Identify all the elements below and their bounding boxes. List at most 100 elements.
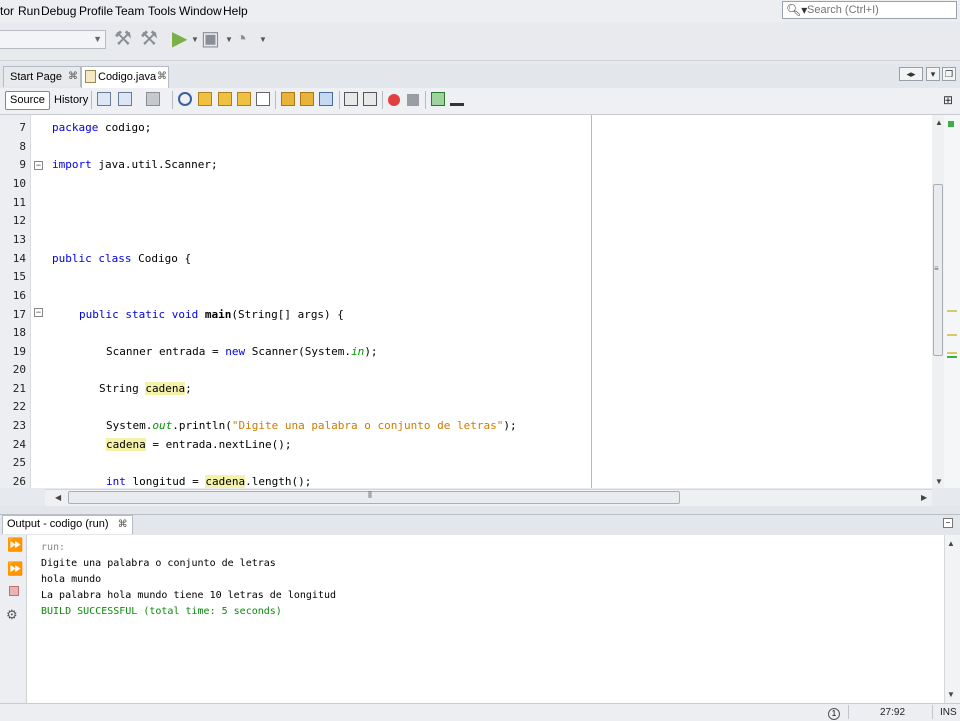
- restore-window-icon[interactable]: ❐: [942, 67, 956, 81]
- debug-icon[interactable]: ▣: [201, 27, 220, 51]
- shift-left-icon[interactable]: [344, 92, 358, 106]
- code-text: .length();: [245, 475, 312, 488]
- menu-help[interactable]: Help: [223, 4, 248, 18]
- magnifier-icon[interactable]: 🔍︎▾: [786, 3, 807, 17]
- previous-bookmark-icon[interactable]: [281, 92, 295, 106]
- scroll-right-icon[interactable]: ▶: [921, 493, 927, 502]
- fold-toggle-icon[interactable]: −: [34, 161, 43, 170]
- close-icon[interactable]: ⌘: [157, 71, 167, 82]
- menu-debug[interactable]: Debug: [41, 4, 76, 18]
- stop-macro-icon[interactable]: [407, 94, 419, 106]
- scroll-down-icon[interactable]: ▼: [935, 477, 943, 486]
- clean-build-icon[interactable]: ⚒: [140, 27, 158, 51]
- rerun-with-parameters-icon[interactable]: ⏩: [7, 561, 23, 577]
- line-number: 7: [19, 121, 26, 134]
- uncomment-icon[interactable]: [450, 92, 464, 106]
- panel-splitter[interactable]: [0, 506, 960, 514]
- forward-icon[interactable]: [146, 92, 160, 106]
- notifications-badge[interactable]: 1: [828, 708, 840, 720]
- tab-scroll-buttons[interactable]: ◂▸: [899, 67, 923, 81]
- profile-icon[interactable]: ◔: [235, 27, 247, 51]
- toolbar-separator: [172, 91, 173, 109]
- next-bookmark-icon[interactable]: [300, 92, 314, 106]
- toggle-highlight-icon[interactable]: [237, 92, 251, 106]
- line-number: 16: [12, 289, 26, 302]
- toggle-bookmark-icon[interactable]: [319, 92, 333, 106]
- code-text: Scanner(System.: [245, 345, 352, 358]
- keyword: new: [225, 345, 246, 358]
- settings-icon[interactable]: ⚙: [6, 607, 18, 623]
- status-separator: [932, 705, 933, 719]
- line-number: 11: [12, 196, 26, 209]
- output-vertical-scrollbar[interactable]: [944, 535, 960, 703]
- stripe-mark[interactable]: [947, 310, 957, 312]
- run-dropdown-icon[interactable]: ▼: [191, 35, 199, 44]
- error-stripe[interactable]: [944, 115, 960, 488]
- line-number: 10: [12, 177, 26, 190]
- start-macro-icon[interactable]: [388, 94, 400, 106]
- source-button[interactable]: Source: [5, 91, 50, 110]
- menu-run[interactable]: Run: [18, 4, 40, 18]
- stripe-mark[interactable]: [947, 352, 957, 354]
- debug-dropdown-icon[interactable]: ▼: [225, 35, 233, 44]
- fold-toggle-icon[interactable]: −: [34, 308, 43, 317]
- code-text: longitud =: [125, 475, 206, 488]
- minimize-icon[interactable]: −: [943, 518, 953, 528]
- stripe-mark[interactable]: [947, 356, 957, 358]
- search-box[interactable]: 🔍︎▾: [782, 1, 957, 19]
- stop-icon[interactable]: [9, 586, 19, 596]
- menu-tools[interactable]: Tools: [148, 4, 176, 18]
- scrollbar-thumb[interactable]: [68, 491, 680, 504]
- code-text: codigo;: [98, 121, 152, 134]
- shift-right-icon[interactable]: [363, 92, 377, 106]
- highlighted-variable: cadena: [106, 438, 146, 451]
- method-name: main: [198, 308, 232, 321]
- line-number: 25: [12, 456, 26, 469]
- comment-icon[interactable]: [431, 92, 445, 106]
- stripe-mark[interactable]: [947, 334, 957, 336]
- scroll-left-icon[interactable]: ◀: [55, 493, 61, 502]
- line-number: 13: [12, 233, 26, 246]
- menu-profile[interactable]: Profile: [79, 4, 113, 18]
- line-number: 20: [12, 363, 26, 376]
- configuration-combo[interactable]: ▼: [0, 30, 106, 49]
- highlighted-variable: cadena: [205, 475, 246, 488]
- tab-start-page[interactable]: Start Page ⌘: [3, 66, 81, 87]
- rerun-icon[interactable]: ⏩: [7, 537, 23, 553]
- menu-window[interactable]: Window: [179, 4, 222, 18]
- code-line-14: public class Codigo {: [52, 252, 191, 265]
- scroll-down-icon[interactable]: ▼: [947, 690, 955, 699]
- menu-team[interactable]: Team: [115, 4, 144, 18]
- search-input[interactable]: [807, 3, 953, 17]
- scroll-up-icon[interactable]: ▲: [935, 118, 943, 127]
- menu-editor[interactable]: tor: [0, 4, 14, 18]
- output-line: BUILD SUCCESSFUL (total time: 5 seconds): [41, 606, 282, 617]
- close-icon[interactable]: ⌘: [118, 519, 128, 530]
- last-edit-icon[interactable]: [97, 92, 111, 106]
- build-hammer-icon[interactable]: ⚒: [114, 27, 132, 51]
- profile-dropdown-icon[interactable]: ▼: [259, 35, 267, 44]
- find-icon[interactable]: [178, 92, 192, 106]
- scroll-up-icon[interactable]: ▲: [947, 539, 955, 548]
- run-icon[interactable]: ▶: [172, 27, 187, 51]
- split-editor-icon[interactable]: ⊞: [943, 93, 953, 107]
- find-next-icon[interactable]: [218, 92, 232, 106]
- line-number: 21: [12, 382, 26, 395]
- tab-output[interactable]: Output - codigo (run) ⌘: [2, 515, 133, 534]
- tab-label: Codigo.java: [98, 71, 157, 83]
- back-icon[interactable]: [118, 92, 132, 106]
- status-ok-icon: [948, 121, 954, 127]
- history-button[interactable]: History: [49, 91, 93, 110]
- tab-codigo-java[interactable]: Codigo.java ⌘: [81, 66, 169, 89]
- close-icon[interactable]: ⌘: [68, 71, 78, 82]
- code-line-24: cadena = entrada.nextLine();: [106, 438, 291, 451]
- rectangular-selection-icon[interactable]: [256, 92, 270, 106]
- tab-list-dropdown-icon[interactable]: ▾: [926, 67, 940, 81]
- line-number: 22: [12, 400, 26, 413]
- line-number: 18: [12, 326, 26, 339]
- find-previous-icon[interactable]: [198, 92, 212, 106]
- insert-mode[interactable]: INS: [940, 707, 957, 718]
- output-line: run:: [41, 542, 66, 553]
- code-text: .println(: [172, 419, 232, 432]
- java-file-icon: [85, 70, 96, 83]
